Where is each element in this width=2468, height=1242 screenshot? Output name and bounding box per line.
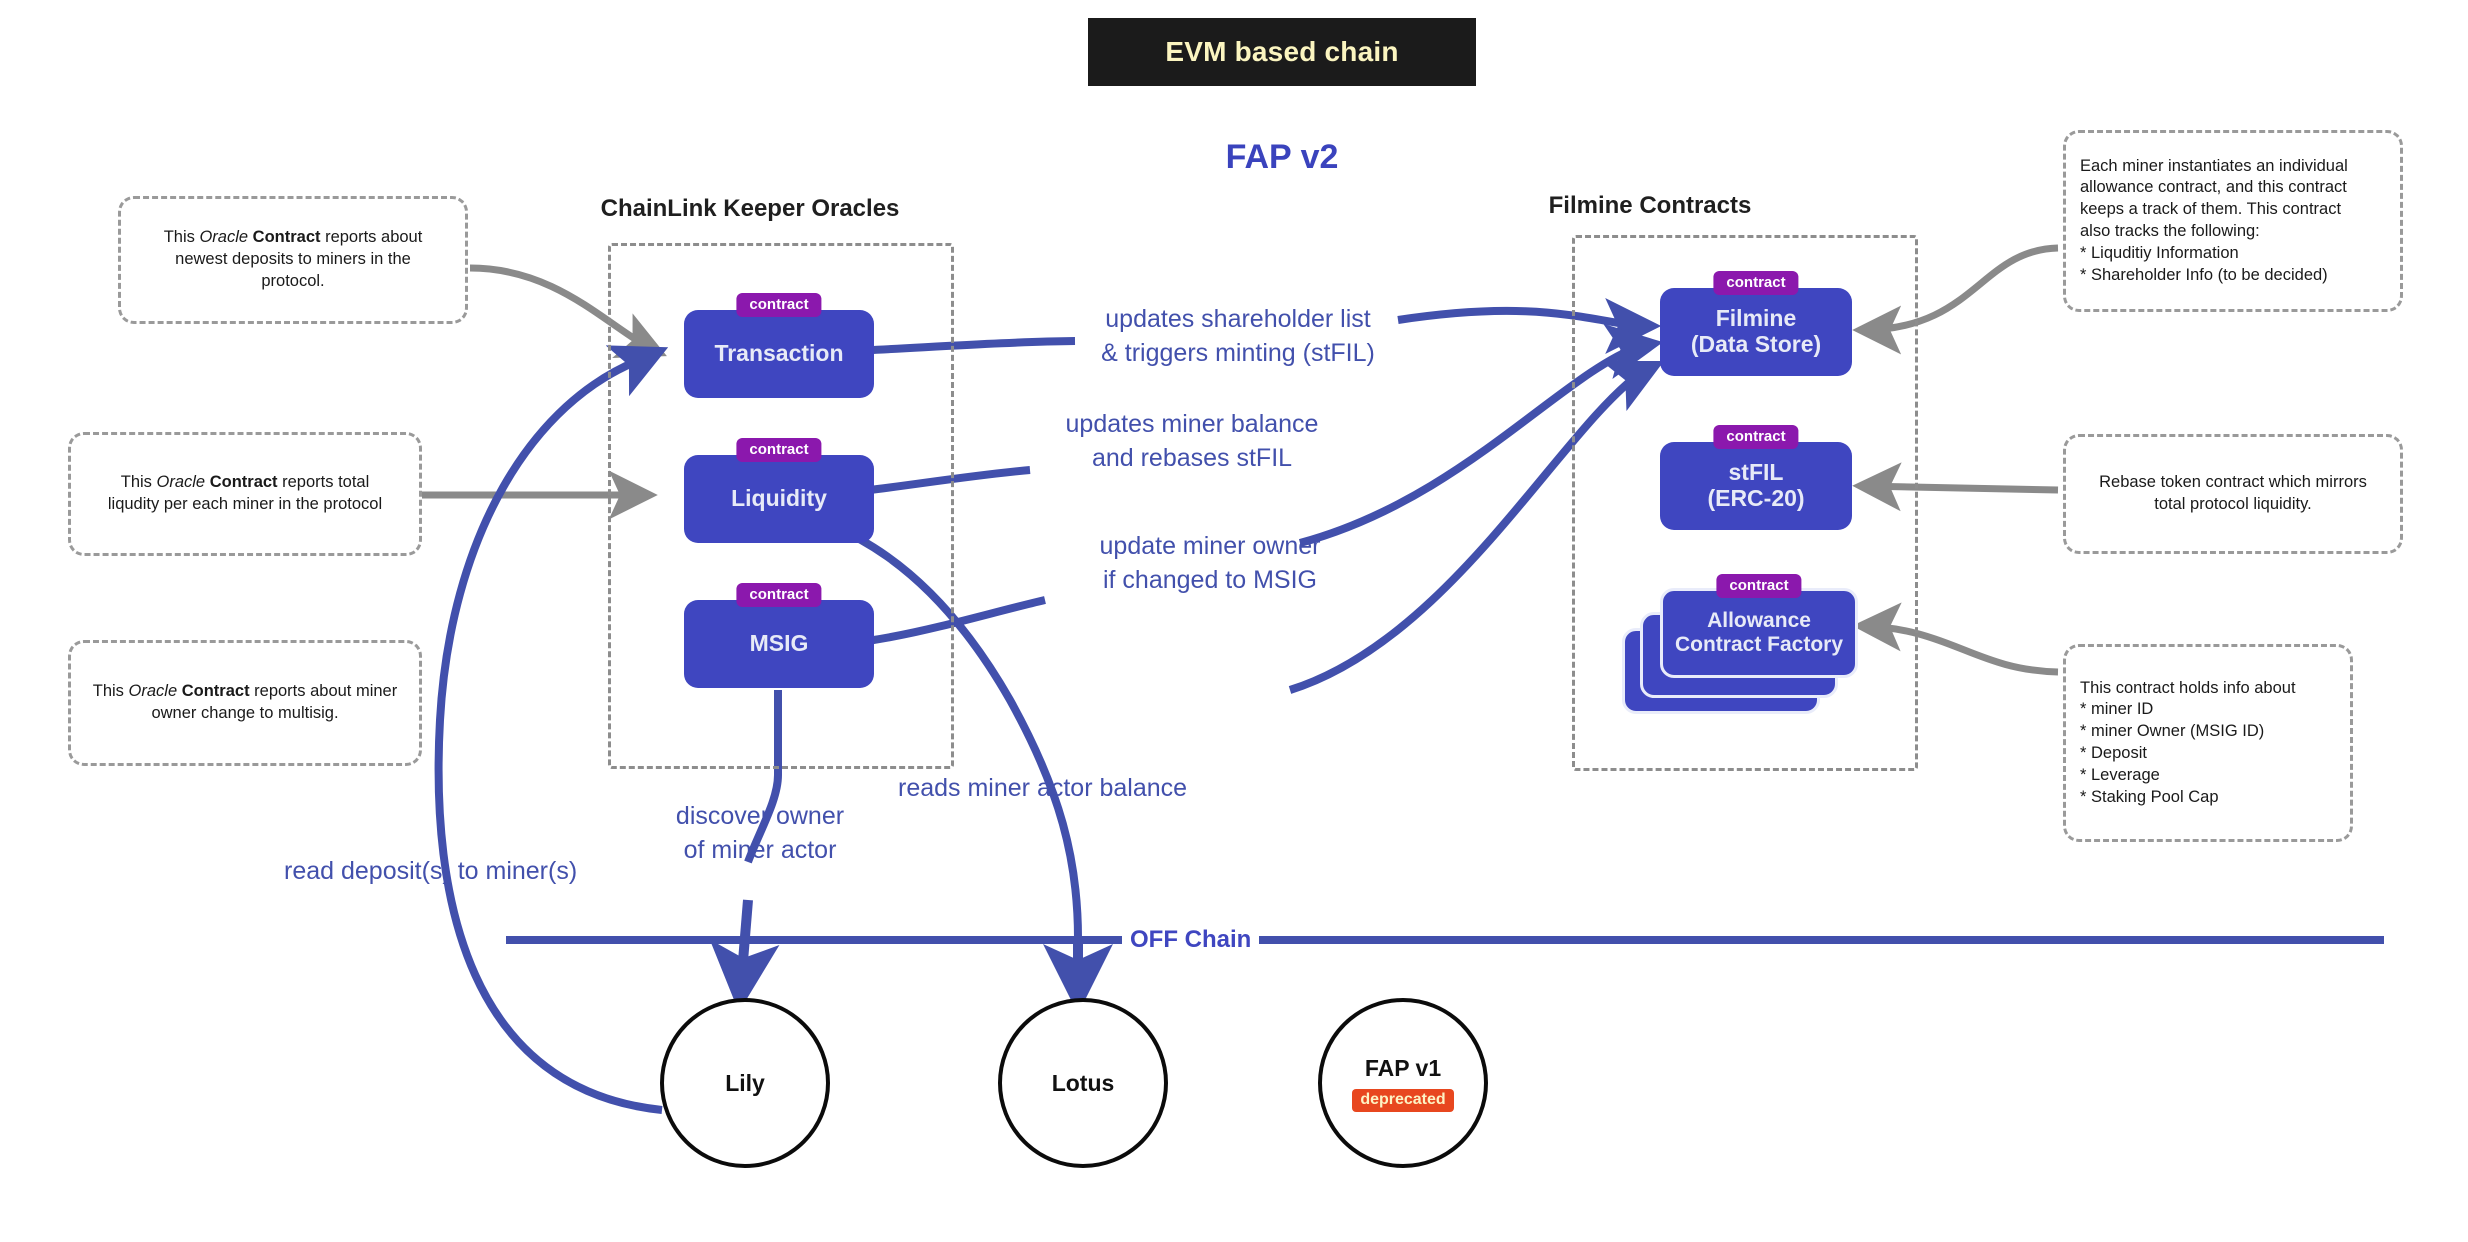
note-allowance-l3: * Deposit <box>2080 744 2147 762</box>
node-stfil-label-2: (ERC-20) <box>1707 485 1805 511</box>
badge-contract: contract <box>736 293 822 317</box>
badge-contract: contract <box>736 438 822 462</box>
note-rebase: Rebase token contract which mirrors tota… <box>2063 434 2403 554</box>
node-transaction-label: Transaction <box>714 340 844 367</box>
note-liquidity-strong: Contract <box>209 473 278 492</box>
edge-label-discover-owner-l1: discover owner <box>675 802 845 830</box>
edge-label-miner-owner: update miner owner if changed to MSIG <box>1060 530 1360 598</box>
node-msig-label: MSIG <box>749 630 809 657</box>
offchain-node-fapv1-label: FAP v1 <box>1364 1054 1442 1081</box>
note-multisig: This Oracle Contract reports about miner… <box>68 640 422 766</box>
group-title-chainlink: ChainLink Keeper Oracles <box>600 195 900 222</box>
note-allowance-l5: * Staking Pool Cap <box>2080 787 2219 806</box>
note-liquidity-em: Oracle <box>156 473 206 492</box>
note-rebase-l0: Rebase token contract which mirrors <box>2099 473 2367 492</box>
edge-label-shareholder-l1: updates shareholder list <box>1105 305 1371 333</box>
note-factory-l1: allowance contract, and this contract <box>2080 178 2347 197</box>
note-factory-l2: keeps a track of them. This contract <box>2080 200 2342 219</box>
badge-contract: contract <box>1713 271 1799 295</box>
node-liquidity[interactable]: contract Liquidity <box>684 438 874 543</box>
wire-lily-arrowhead <box>709 899 780 1012</box>
evm-chain-banner: EVM based chain <box>1088 18 1476 86</box>
note-allowance-factory: Each miner instantiates an individual al… <box>2063 130 2403 312</box>
node-allowance-contract-factory[interactable]: contract Allowance Contract Factory <box>1660 574 1858 678</box>
note-factory-l5: * Shareholder Info (to be decided) <box>2080 265 2328 284</box>
note-liquidity-l1a: This <box>120 473 157 492</box>
edge-label-miner-owner-l2: if changed to MSIG <box>1102 565 1317 594</box>
edge-label-discover-owner-l2: of miner actor <box>683 835 837 864</box>
diagram-canvas: EVM based chain FAP v2 ChainLink Keeper … <box>0 0 2468 1242</box>
node-liquidity-label: Liquidity <box>731 485 827 512</box>
offchain-divider-label: OFF Chain <box>1122 926 1260 954</box>
note-multisig-l1a: This <box>92 682 129 701</box>
edge-label-miner-owner-l1: update miner owner <box>1099 532 1321 560</box>
node-stfil-label-1: stFIL <box>1728 459 1784 486</box>
note-deposits: This Oracle Contract reports about newes… <box>118 196 468 324</box>
badge-contract: contract <box>1716 574 1802 598</box>
offchain-node-fapv1[interactable]: FAP v1 deprecated <box>1318 998 1488 1168</box>
node-filmine[interactable]: contract Filmine (Data Store) <box>1660 271 1852 376</box>
evm-chain-banner-label: EVM based chain <box>1165 36 1399 67</box>
note-deposits-l3: protocol. <box>261 271 325 290</box>
badge-contract: contract <box>736 583 822 607</box>
note-deposits-strong: Contract <box>252 228 321 247</box>
diagram-title: FAP v2 <box>1225 138 1339 176</box>
note-deposits-l1a: This <box>163 228 200 247</box>
note-allowance-l1: * miner ID <box>2080 700 2154 719</box>
note-factory-l4: * Liquditiy Information <box>2080 243 2239 262</box>
note-allowance-l0: This contract holds info about <box>2080 678 2296 697</box>
note-liquidity-l2: liqudity per each miner in the protocol <box>107 495 383 513</box>
edge-label-reads-balance: reads miner actor balance <box>898 774 1188 802</box>
node-msig[interactable]: contract MSIG <box>684 583 874 688</box>
offchain-node-lotus[interactable]: Lotus <box>998 998 1168 1168</box>
edge-label-read-deposits: read deposit(s) to miner(s) <box>284 857 578 885</box>
node-transaction[interactable]: contract Transaction <box>684 293 874 398</box>
note-multisig-strong: Contract <box>181 682 250 701</box>
note-deposits-em: Oracle <box>199 228 249 247</box>
node-filmine-label-1: Filmine <box>1715 305 1797 332</box>
note-rebase-l1: total protocol liquidity. <box>2154 495 2312 513</box>
offchain-node-lotus-label: Lotus <box>1051 1069 1115 1096</box>
edge-label-miner-balance-l1: updates miner balance <box>1065 410 1319 438</box>
note-allowance-contract: This contract holds info about * miner I… <box>2063 644 2353 842</box>
offchain-node-lily[interactable]: Lily <box>660 998 830 1168</box>
badge-contract: contract <box>1713 425 1799 449</box>
offchain-node-lily-label: Lily <box>725 1069 765 1096</box>
note-multisig-em: Oracle <box>128 682 178 701</box>
node-filmine-label-2: (Data Store) <box>1690 331 1822 357</box>
note-allowance-l4: * Leverage <box>2080 765 2160 784</box>
edge-label-miner-balance-l2: and rebases stFIL <box>1091 443 1293 472</box>
note-liquidity: This Oracle Contract reports total liqud… <box>68 432 422 556</box>
edge-label-miner-balance: updates miner balance and rebases stFIL <box>1032 408 1352 476</box>
note-factory-l3: also tracks the following: <box>2080 222 2260 240</box>
note-deposits-l2: newest deposits to miners in the <box>175 250 411 269</box>
edge-label-discover-owner: discover owner of miner actor <box>640 800 880 868</box>
deprecated-badge: deprecated <box>1352 1088 1454 1112</box>
group-title-filmine: Filmine Contracts <box>1548 192 1752 219</box>
note-factory-l0: Each miner instantiates an individual <box>2080 156 2348 175</box>
node-allowance-label-2: Contract Factory <box>1674 633 1844 656</box>
note-multisig-l2: owner change to multisig. <box>151 704 339 722</box>
note-allowance-l2: * miner Owner (MSIG ID) <box>2080 722 2265 741</box>
node-allowance-label-1: Allowance <box>1707 609 1811 633</box>
edge-label-shareholder: updates shareholder list & triggers mint… <box>1068 303 1408 371</box>
edge-label-shareholder-l2: & triggers minting (stFIL) <box>1101 338 1375 367</box>
node-stfil[interactable]: contract stFIL (ERC-20) <box>1660 425 1852 530</box>
